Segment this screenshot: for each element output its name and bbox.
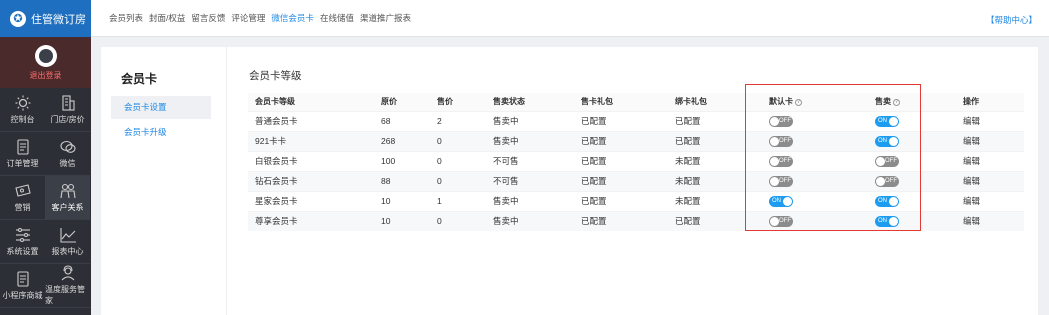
cell-orig-price: 100 — [374, 150, 430, 171]
sidebar-item-4[interactable]: 营销 — [0, 176, 45, 220]
ticket-icon — [14, 183, 32, 199]
sub-nav: 会员卡 会员卡设置 会员卡升级 — [111, 47, 211, 144]
chat-icon — [59, 139, 77, 155]
logout-link[interactable]: 退出登录 — [30, 70, 62, 81]
cell-price: 0 — [430, 150, 486, 171]
edit-link[interactable]: 编辑 — [956, 210, 1024, 231]
subnav-item-card-settings[interactable]: 会员卡设置 — [111, 96, 211, 119]
cell-sell-gift[interactable]: 已配置 — [574, 130, 668, 151]
cell-orig-price: 268 — [374, 130, 430, 151]
avatar — [34, 44, 57, 67]
cell-level: 钻石会员卡 — [248, 170, 374, 191]
col-header-orig-price: 原价 — [374, 93, 430, 111]
brand-name: 住管微订房 — [31, 13, 86, 26]
sidebar-item-label: 客户关系 — [51, 202, 84, 212]
sidebar-item-label: 微信 — [59, 158, 76, 168]
cell-price: 0 — [430, 130, 486, 151]
cell-sell-gift[interactable]: 已配置 — [574, 170, 668, 191]
col-header-status: 售卖状态 — [486, 93, 574, 111]
sidebar-item-label: 温度服务管家 — [45, 285, 85, 305]
cell-price: 0 — [430, 170, 486, 191]
sidebar-item-3[interactable]: 微信 — [45, 132, 90, 176]
sidebar-item-8[interactable]: 小程序商城 — [0, 264, 45, 308]
edit-link[interactable]: 编辑 — [956, 190, 1024, 211]
sidebar-item-label: 系统设置 — [6, 246, 39, 256]
sidebar-item-label: 控制台 — [10, 114, 35, 124]
sidebar-item-2[interactable]: 订单管理 — [0, 132, 45, 176]
highlight-box — [745, 84, 921, 231]
cell-price: 2 — [430, 110, 486, 131]
top-nav: 会员列表 封面/权益 留言反馈 评论管理 微信会员卡 在线储值 渠道推广报表 【帮助中心】 — [91, 0, 1049, 37]
cell-level: 白银会员卡 — [248, 150, 374, 171]
col-header-price: 售价 — [430, 93, 486, 111]
sidebar-nav: 控制台 门店/房价订单管理 微信营销 客户关系系统设置 报表中心小程序商城 温度服务管家 — [0, 88, 91, 308]
sidebar-item-label: 订单管理 — [6, 158, 39, 168]
edit-link[interactable]: 编辑 — [956, 110, 1024, 131]
line-chart-icon — [59, 227, 77, 243]
sidebar-item-9[interactable]: 温度服务管家 — [45, 264, 90, 308]
brand[interactable]: ✪ 住管微订房 — [0, 0, 91, 37]
cell-level: 尊享会员卡 — [248, 210, 374, 231]
cell-status: 售卖中 — [486, 210, 574, 231]
edit-link[interactable]: 编辑 — [956, 150, 1024, 171]
cell-status: 售卖中 — [486, 110, 574, 131]
cell-status: 不可售 — [486, 150, 574, 171]
people-icon — [59, 183, 77, 199]
edit-link[interactable]: 编辑 — [956, 130, 1024, 151]
top-tab-3[interactable]: 评论管理 — [231, 12, 265, 24]
top-tab-1[interactable]: 封面/权益 — [149, 12, 185, 24]
cell-sell-gift[interactable]: 已配置 — [574, 210, 668, 231]
sidebar-item-6[interactable]: 系统设置 — [0, 220, 45, 264]
top-tab-2[interactable]: 留言反馈 — [191, 12, 225, 24]
sliders-icon — [14, 227, 32, 243]
cell-price: 0 — [430, 210, 486, 231]
col-header-action: 操作 — [956, 93, 1024, 111]
sidebar-item-label: 报表中心 — [51, 246, 84, 256]
sidebar-item-5[interactable]: 客户关系 — [45, 176, 90, 220]
cell-sell-gift[interactable]: 已配置 — [574, 110, 668, 131]
cell-status: 售卖中 — [486, 190, 574, 211]
subnav-item-card-upgrade[interactable]: 会员卡升级 — [111, 121, 211, 144]
sidebar-item-0[interactable]: 控制台 — [0, 88, 45, 132]
cell-orig-price: 68 — [374, 110, 430, 131]
section-title: 会员卡等级 — [249, 70, 302, 82]
top-tab-4[interactable]: 微信会员卡 — [271, 12, 314, 24]
cell-status: 售卖中 — [486, 130, 574, 151]
divider — [226, 47, 227, 315]
sidebar-item-1[interactable]: 门店/房价 — [45, 88, 90, 132]
cell-sell-gift[interactable]: 已配置 — [574, 190, 668, 211]
col-header-level: 会员卡等级 — [248, 93, 374, 111]
top-tab-6[interactable]: 渠道推广报表 — [360, 12, 411, 24]
service-icon — [59, 265, 77, 281]
cell-status: 不可售 — [486, 170, 574, 191]
brand-logo-icon: ✪ — [10, 10, 26, 27]
top-tab-0[interactable]: 会员列表 — [109, 12, 143, 24]
sidebar-item-label: 小程序商城 — [2, 290, 43, 300]
subnav-title: 会员卡 — [121, 72, 158, 86]
cell-sell-gift[interactable]: 已配置 — [574, 150, 668, 171]
sidebar-item-label: 营销 — [14, 202, 31, 212]
cell-orig-price: 88 — [374, 170, 430, 191]
cell-orig-price: 10 — [374, 190, 430, 211]
sidebar: ✪ 住管微订房 退出登录 控制台 门店/房价订单管理 微信营销 客户关系系统设置 报表中… — [0, 0, 91, 315]
user-box: 退出登录 — [0, 37, 91, 88]
top-tab-5[interactable]: 在线储值 — [320, 12, 354, 24]
sun-icon — [14, 95, 32, 111]
document-icon — [14, 138, 32, 155]
content-panel: 会员卡 会员卡设置 会员卡升级 会员卡等级 会员卡等级 原价 售价 售卖状态 售… — [101, 47, 1038, 315]
help-center-link[interactable]: 【帮助中心】 — [986, 14, 1037, 26]
sidebar-item-7[interactable]: 报表中心 — [45, 220, 90, 264]
cell-level: 921卡卡 — [248, 130, 374, 151]
top-tabs: 会员列表 封面/权益 留言反馈 评论管理 微信会员卡 在线储值 渠道推广报表 — [109, 12, 411, 24]
cell-price: 1 — [430, 190, 486, 211]
edit-link[interactable]: 编辑 — [956, 170, 1024, 191]
building-icon — [59, 94, 77, 111]
sidebar-item-label: 门店/房价 — [50, 114, 85, 124]
cell-level: 星家会员卡 — [248, 190, 374, 211]
col-header-sell-gift: 售卡礼包 — [574, 93, 668, 111]
cell-level: 普通会员卡 — [248, 110, 374, 131]
cell-orig-price: 10 — [374, 210, 430, 231]
document-icon — [14, 270, 32, 287]
